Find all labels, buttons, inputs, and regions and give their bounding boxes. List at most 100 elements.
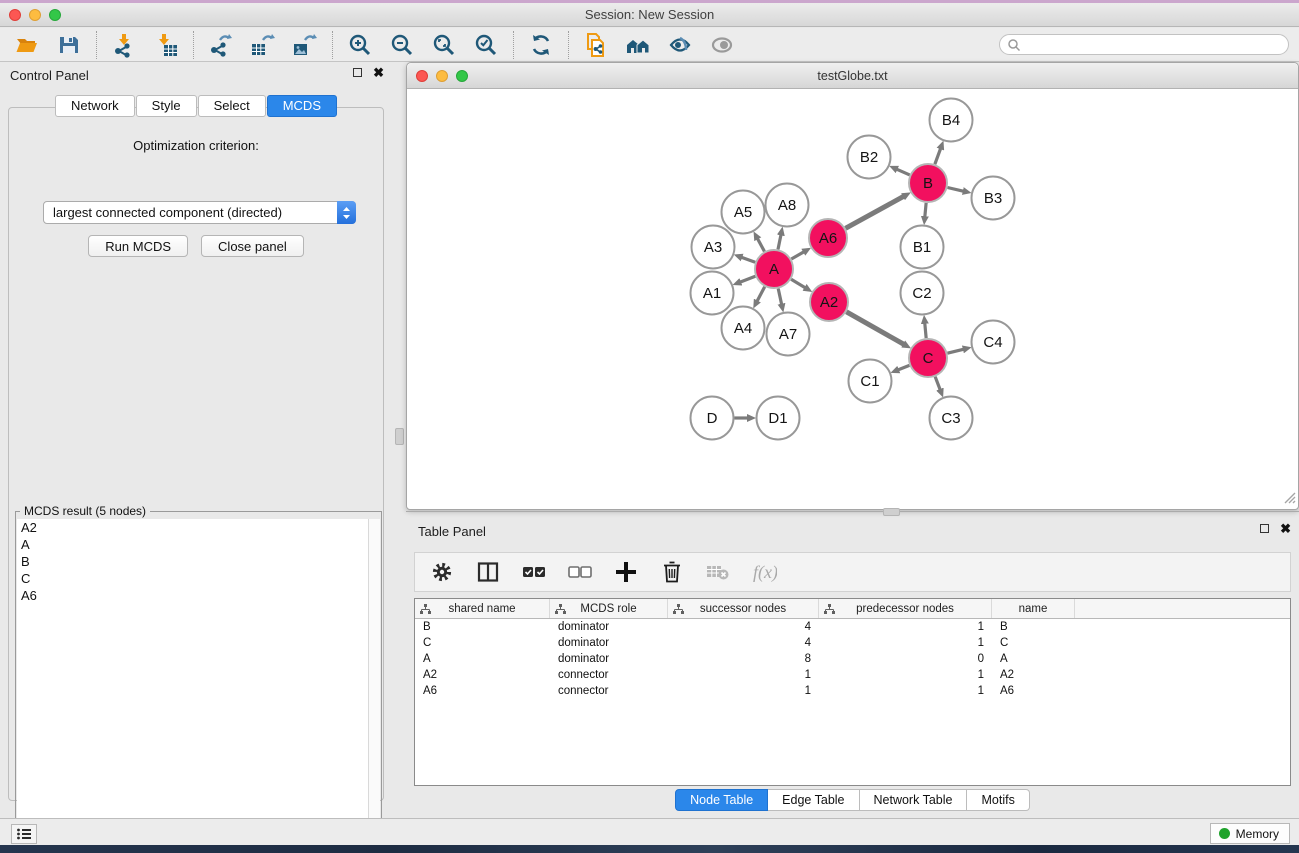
float-panel-icon[interactable] <box>353 68 362 77</box>
table-cell[interactable]: A6 <box>992 683 1075 699</box>
search-input[interactable] <box>999 34 1289 55</box>
column-header-name[interactable]: name <box>992 599 1075 618</box>
graph-node-C2[interactable]: C2 <box>901 272 944 315</box>
edge-C-C2[interactable] <box>925 323 926 338</box>
table-cell[interactable]: 1 <box>668 683 819 699</box>
table-row[interactable]: Adominator80A <box>415 651 1290 667</box>
table-cell[interactable]: dominator <box>550 619 668 635</box>
result-list-item[interactable]: B <box>17 553 368 570</box>
split-panel-icon[interactable] <box>475 559 501 585</box>
task-history-button[interactable] <box>11 824 37 844</box>
graph-node-A7[interactable]: A7 <box>767 313 810 356</box>
delete-table-icon[interactable] <box>705 559 731 585</box>
window-resize-grip[interactable] <box>1282 490 1296 507</box>
deselect-all-icon[interactable] <box>567 559 593 585</box>
graph-node-B2[interactable]: B2 <box>848 136 891 179</box>
result-list-item[interactable]: C <box>17 570 368 587</box>
horizontal-splitter-handle[interactable] <box>883 508 900 516</box>
table-cell[interactable]: A2 <box>992 667 1075 683</box>
edge-A-A3[interactable] <box>742 257 755 262</box>
tab-network-table[interactable]: Network Table <box>860 789 968 811</box>
result-list-item[interactable]: A6 <box>17 587 368 604</box>
edge-B-B3[interactable] <box>947 187 963 191</box>
graph-node-A[interactable]: A <box>755 250 793 288</box>
import-table-icon[interactable] <box>152 31 180 59</box>
table-cell[interactable]: B <box>415 619 550 635</box>
function-builder-icon[interactable]: f(x) <box>751 559 777 585</box>
result-list-item[interactable]: A2 <box>17 519 368 536</box>
save-session-icon[interactable] <box>55 31 83 59</box>
column-header-successor-nodes[interactable]: successor nodes <box>668 599 819 618</box>
zoom-in-icon[interactable] <box>346 31 374 59</box>
delete-column-icon[interactable] <box>659 559 685 585</box>
table-row[interactable]: A2connector11A2 <box>415 667 1290 683</box>
edge-B-B4[interactable] <box>935 149 941 165</box>
edge-B-B1[interactable] <box>925 203 926 217</box>
edge-A2-C[interactable] <box>846 312 903 344</box>
hide-graphics-details-icon[interactable] <box>708 31 736 59</box>
column-header-MCDS-role[interactable]: MCDS role <box>550 599 668 618</box>
edge-A6-B[interactable] <box>846 196 904 228</box>
table-cell[interactable]: 4 <box>668 635 819 651</box>
table-cell[interactable]: 0 <box>819 651 992 667</box>
graph-node-C1[interactable]: C1 <box>849 360 892 403</box>
export-image-icon[interactable] <box>291 31 319 59</box>
tab-edge-table[interactable]: Edge Table <box>768 789 859 811</box>
float-table-panel-icon[interactable] <box>1260 524 1269 533</box>
graph-node-B1[interactable]: B1 <box>901 226 944 269</box>
edge-B-B2[interactable] <box>897 169 910 175</box>
table-cell[interactable]: 1 <box>819 667 992 683</box>
table-row[interactable]: Bdominator41B <box>415 619 1290 635</box>
table-cell[interactable]: 8 <box>668 651 819 667</box>
table-cell[interactable]: 1 <box>819 635 992 651</box>
zoom-out-icon[interactable] <box>388 31 416 59</box>
table-settings-icon[interactable] <box>429 559 455 585</box>
export-table-icon[interactable] <box>249 31 277 59</box>
edge-A-A4[interactable] <box>757 287 765 301</box>
memory-button[interactable]: Memory <box>1210 823 1290 844</box>
open-file-icon[interactable] <box>13 31 41 59</box>
edge-A-A6[interactable] <box>791 252 803 259</box>
graph-node-A6[interactable]: A6 <box>809 219 847 257</box>
close-panel-icon[interactable]: ✖ <box>373 68 384 77</box>
close-table-panel-icon[interactable]: ✖ <box>1280 524 1291 533</box>
refresh-layout-icon[interactable] <box>527 31 555 59</box>
graph-node-A8[interactable]: A8 <box>766 184 809 227</box>
zoom-fit-icon[interactable] <box>430 31 458 59</box>
table-cell[interactable]: A <box>415 651 550 667</box>
tab-mcds[interactable]: MCDS <box>267 95 337 117</box>
table-row[interactable]: Cdominator41C <box>415 635 1290 651</box>
table-cell[interactable]: 4 <box>668 619 819 635</box>
table-cell[interactable]: B <box>992 619 1075 635</box>
table-cell[interactable]: C <box>992 635 1075 651</box>
graph-node-C4[interactable]: C4 <box>972 321 1015 364</box>
table-cell[interactable]: A2 <box>415 667 550 683</box>
network-canvas[interactable]: B4B2BB3A5A8A6A3B1AA1C2A2A4A7C4CC1C3DD1 <box>407 89 1298 509</box>
table-row[interactable]: A6connector11A6 <box>415 683 1290 699</box>
edge-A-A2[interactable] <box>791 279 805 287</box>
add-column-icon[interactable] <box>613 559 639 585</box>
graph-node-A1[interactable]: A1 <box>691 272 734 315</box>
table-cell[interactable]: A <box>992 651 1075 667</box>
edge-C-C1[interactable] <box>898 365 909 369</box>
table-cell[interactable]: 1 <box>819 683 992 699</box>
tab-node-table[interactable]: Node Table <box>675 789 768 811</box>
graph-node-A3[interactable]: A3 <box>692 226 735 269</box>
edge-A-A5[interactable] <box>758 239 765 252</box>
zoom-selected-icon[interactable] <box>472 31 500 59</box>
table-cell[interactable]: dominator <box>550 635 668 651</box>
run-mcds-button[interactable]: Run MCDS <box>88 235 188 257</box>
edge-C-C3[interactable] <box>935 377 940 390</box>
vertical-splitter-handle[interactable] <box>395 428 404 445</box>
edge-A-A7[interactable] <box>778 289 781 305</box>
import-network-icon[interactable] <box>110 31 138 59</box>
edge-A-A8[interactable] <box>778 235 781 250</box>
first-neighbors-icon[interactable] <box>624 31 652 59</box>
table-cell[interactable]: C <box>415 635 550 651</box>
table-cell[interactable]: connector <box>550 683 668 699</box>
table-cell[interactable]: A6 <box>415 683 550 699</box>
table-cell[interactable]: 1 <box>668 667 819 683</box>
table-cell[interactable]: 1 <box>819 619 992 635</box>
column-header-predecessor-nodes[interactable]: predecessor nodes <box>819 599 992 618</box>
graph-node-C[interactable]: C <box>909 339 947 377</box>
